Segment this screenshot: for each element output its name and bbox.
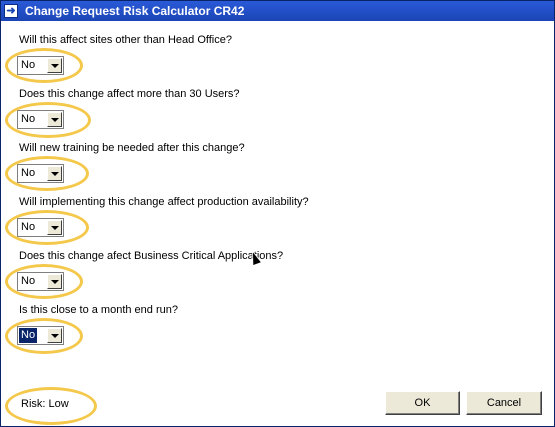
question-label-6: Is this close to a month end run? [19, 304, 178, 316]
dropdown-value: No [21, 59, 36, 71]
chevron-down-icon[interactable] [47, 58, 62, 73]
answer-dropdown-5[interactable]: No [17, 272, 64, 291]
answer-dropdown-3[interactable]: No [17, 164, 64, 183]
question-label-4: Will implementing this change affect pro… [19, 196, 309, 208]
arrow-right-icon: ➜ [4, 4, 18, 18]
dropdown-value: No [21, 167, 36, 179]
dropdown-value: No [21, 275, 36, 287]
question-label-3: Will new training be needed after this c… [19, 142, 245, 154]
chevron-down-icon[interactable] [47, 166, 62, 181]
cancel-button[interactable]: Cancel [466, 391, 542, 415]
answer-dropdown-2[interactable]: No [17, 110, 64, 129]
question-label-1: Will this affect sites other than Head O… [19, 34, 232, 46]
answer-dropdown-1[interactable]: No [17, 56, 64, 75]
window-title: Change Request Risk Calculator CR42 [25, 4, 245, 18]
chevron-down-icon[interactable] [47, 274, 62, 289]
risk-result-label: Risk: Low [21, 398, 69, 410]
question-label-2: Does this change affect more than 30 Use… [19, 88, 240, 100]
chevron-down-icon[interactable] [47, 112, 62, 127]
chevron-down-icon[interactable] [47, 220, 62, 235]
dropdown-value: No [21, 113, 36, 125]
dropdown-value: No [21, 221, 36, 233]
answer-dropdown-4[interactable]: No [17, 218, 64, 237]
question-label-5: Does this change afect Business Critical… [19, 250, 284, 262]
dropdown-value: No [19, 328, 38, 343]
chevron-down-icon[interactable] [47, 328, 62, 343]
title-bar[interactable]: ➜ Change Request Risk Calculator CR42 [1, 1, 554, 21]
risk-calculator-dialog: ➜ Change Request Risk Calculator CR42 Wi… [0, 0, 555, 427]
ok-button[interactable]: OK [385, 391, 460, 415]
answer-dropdown-6[interactable]: No [17, 326, 64, 345]
